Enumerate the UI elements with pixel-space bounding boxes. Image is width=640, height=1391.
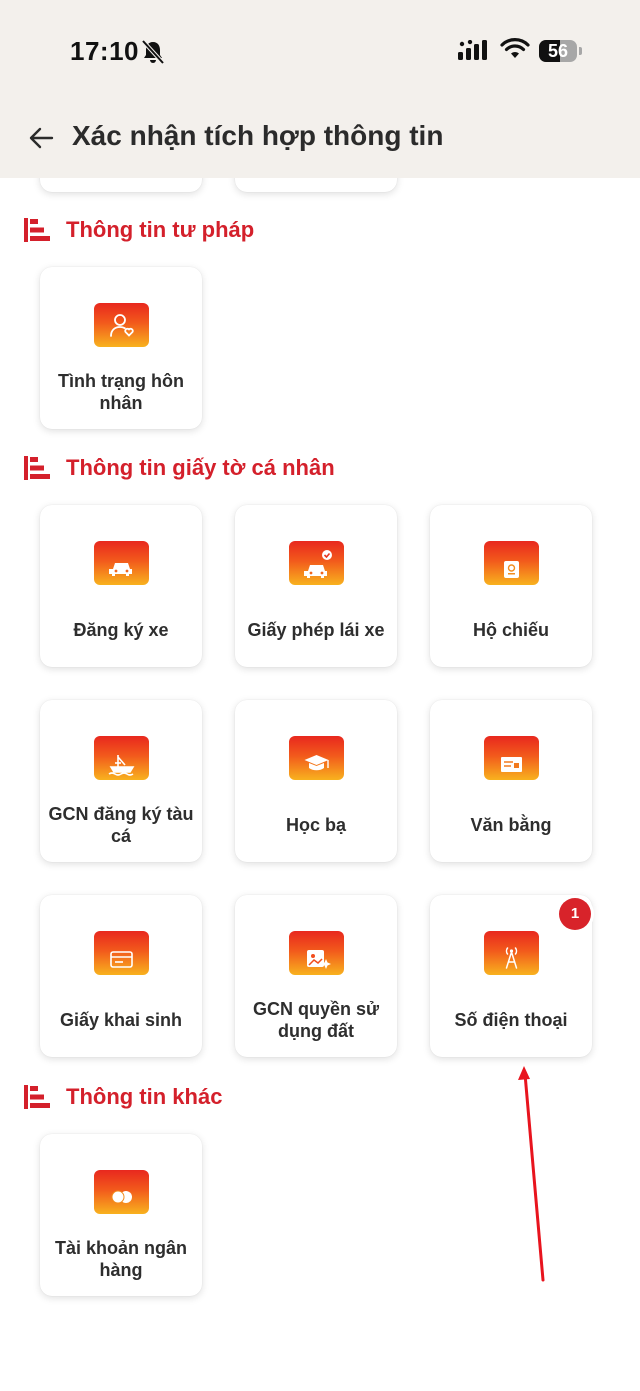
person-heart-icon xyxy=(94,303,149,347)
section-list-icon xyxy=(24,1085,50,1109)
card-label: Tài khoản ngân hàng xyxy=(54,1238,187,1280)
section-list-icon xyxy=(24,456,50,480)
card-birth-certificate[interactable]: Giấy khai sinh xyxy=(40,895,202,1057)
section-title: Thông tin khác xyxy=(66,1084,223,1109)
card-vehicle-registration[interactable]: Đăng ký xe xyxy=(40,505,202,667)
card-school-record[interactable]: Học bạ xyxy=(235,700,397,862)
card-land-rights[interactable]: GCN quyền sử dụng đất xyxy=(235,895,397,1057)
card-label: Tình trạng hôn nhân xyxy=(58,371,184,413)
passport-icon xyxy=(484,541,539,585)
card-diploma[interactable]: Văn bằng xyxy=(430,700,592,862)
battery-tip xyxy=(579,47,582,55)
card-label: Giấy khai sinh xyxy=(59,1010,183,1030)
id-card-icon xyxy=(94,931,149,975)
page-title: Xác nhận tích hợp thông tin xyxy=(72,120,444,151)
battery-icon: 56 xyxy=(539,40,577,62)
card-label: Số điện thoại xyxy=(454,1010,568,1030)
coins-icon xyxy=(94,1170,149,1214)
wifi-icon xyxy=(500,38,530,58)
header-bar: 17:10 56 Xác nhận tích hợp thông tin xyxy=(0,0,640,178)
scroll-content[interactable]: Thông tin tư pháp Tình trạng hôn nhân Th… xyxy=(0,0,640,1391)
card-label: GCN quyền sử dụng đất xyxy=(252,999,380,1041)
card-label: Giấy phép lái xe xyxy=(247,620,385,640)
cellular-signal-icon xyxy=(458,40,487,60)
card-fishing-vessel[interactable]: GCN đăng ký tàu cá xyxy=(40,700,202,862)
card-bank-account[interactable]: Tài khoản ngân hàng xyxy=(40,1134,202,1296)
back-arrow-icon[interactable] xyxy=(22,118,62,158)
section-title: Thông tin tư pháp xyxy=(66,217,255,242)
land-certificate-icon xyxy=(289,931,344,975)
card-driver-license[interactable]: Giấy phép lái xe xyxy=(235,505,397,667)
ship-icon xyxy=(94,736,149,780)
certificate-icon xyxy=(484,736,539,780)
bell-slash-icon xyxy=(141,39,165,65)
section-list-icon xyxy=(24,218,50,242)
notification-badge: 1 xyxy=(559,898,591,930)
battery-percent: 56 xyxy=(547,41,569,61)
card-passport[interactable]: Hộ chiếu xyxy=(430,505,592,667)
car-check-icon xyxy=(289,541,344,585)
card-label: GCN đăng ký tàu cá xyxy=(48,804,194,846)
antenna-icon xyxy=(484,931,539,975)
status-time: 17:10 xyxy=(70,36,139,66)
graduation-cap-icon xyxy=(289,736,344,780)
card-label: Đăng ký xe xyxy=(73,620,169,640)
annotation-arrow xyxy=(518,1066,545,1282)
card-marital-status[interactable]: Tình trạng hôn nhân xyxy=(40,267,202,429)
card-label: Văn bằng xyxy=(470,815,552,835)
card-label: Học bạ xyxy=(285,815,346,835)
card-label: Hộ chiếu xyxy=(472,620,549,640)
car-icon xyxy=(94,541,149,585)
section-title: Thông tin giấy tờ cá nhân xyxy=(66,455,335,480)
